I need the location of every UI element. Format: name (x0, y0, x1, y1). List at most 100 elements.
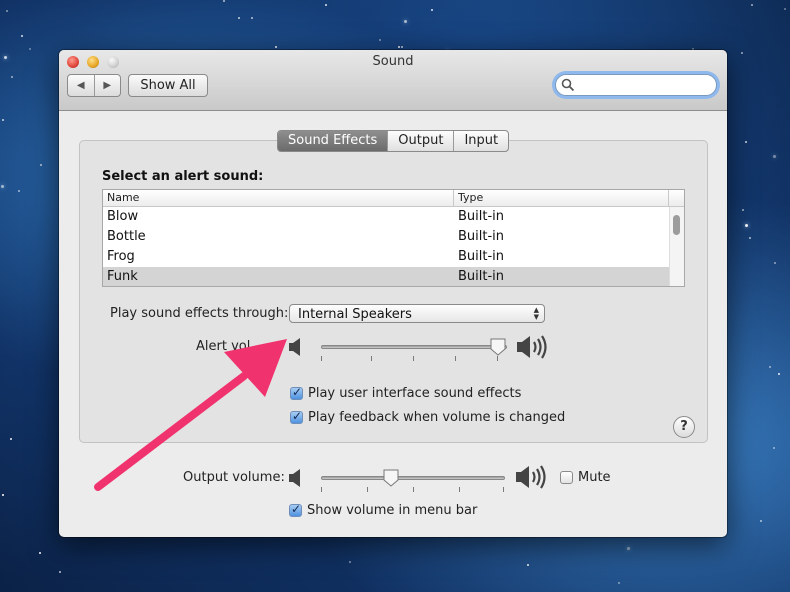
checkbox-checked-icon[interactable] (290, 409, 303, 424)
show-volume-menu-bar-checkbox[interactable]: Show volume in menu bar (289, 502, 478, 518)
output-device-popup[interactable]: Internal Speakers ▲ ▼ (289, 304, 545, 323)
checkbox-checked-icon[interactable] (289, 502, 302, 517)
star-decoration (751, 4, 753, 6)
table-scrollbar[interactable] (669, 207, 684, 286)
search-field[interactable] (555, 74, 717, 96)
star-decoration (431, 9, 433, 11)
alert-sound-table[interactable]: Name Type Blow Built-in Bottle Built-in … (102, 189, 685, 287)
star-decoration (784, 8, 786, 10)
alert-type: Built-in (458, 229, 505, 244)
alert-type: Built-in (458, 269, 505, 284)
alert-volume-slider[interactable] (321, 338, 507, 361)
alert-name: Funk (107, 269, 138, 284)
popup-arrows-icon: ▲ ▼ (533, 306, 539, 321)
star-decoration (745, 141, 747, 143)
table-row[interactable]: Bottle Built-in (103, 227, 684, 247)
star-decoration (40, 164, 42, 166)
slider-tick (321, 356, 322, 361)
star-decoration (778, 373, 780, 375)
star-decoration (251, 17, 253, 19)
speaker-high-icon (517, 335, 547, 359)
forward-arrow-icon: ▶ (103, 80, 112, 91)
alert-name: Frog (107, 249, 135, 264)
ui-sound-effects-label: Play user interface sound effects (308, 386, 522, 401)
slider-tick (413, 356, 414, 361)
star-decoration (774, 262, 776, 264)
sound-effects-panel: Select an alert sound: Name Type Blow Bu… (79, 140, 708, 443)
star-decoration (11, 76, 13, 78)
tab-input[interactable]: Input (453, 131, 508, 151)
show-volume-menu-bar-label: Show volume in menu bar (307, 503, 478, 518)
titlebar: Sound ◀ ▶ Show All (59, 50, 727, 111)
table-row-selected[interactable]: Funk Built-in (103, 267, 684, 286)
star-decoration (618, 582, 620, 584)
alert-sound-heading: Select an alert sound: (102, 169, 264, 184)
ui-sound-effects-checkbox[interactable]: Play user interface sound effects (290, 385, 522, 401)
table-row[interactable]: Blow Built-in (103, 207, 684, 227)
back-arrow-icon: ◀ (76, 80, 85, 91)
slider-tick (321, 487, 322, 492)
mute-checkbox[interactable]: Mute (560, 470, 611, 485)
star-decoration (401, 46, 403, 48)
tab-sound-effects[interactable]: Sound Effects (278, 131, 388, 151)
slider-track (321, 476, 505, 480)
tab-bar: Sound Effects Output Input (277, 130, 510, 152)
slider-tick (455, 356, 456, 361)
slider-tick (367, 487, 368, 492)
star-decoration (627, 547, 630, 550)
star-decoration (325, 4, 327, 6)
alert-type: Built-in (458, 209, 505, 224)
star-decoration (6, 10, 8, 12)
back-button[interactable]: ◀ (68, 75, 94, 96)
star-decoration (349, 561, 351, 563)
volume-feedback-checkbox[interactable]: Play feedback when volume is changed (290, 409, 566, 425)
column-header-type[interactable]: Type (454, 190, 669, 206)
star-decoration (4, 56, 7, 59)
slider-thumb[interactable] (490, 338, 506, 356)
star-decoration (39, 552, 41, 554)
slider-tick (371, 356, 372, 361)
star-decoration (59, 571, 61, 573)
checkbox-checked-icon[interactable] (290, 385, 303, 400)
speaker-low-icon (289, 338, 300, 356)
star-decoration (527, 564, 529, 566)
star-decoration (398, 46, 400, 48)
mute-label: Mute (578, 470, 611, 485)
star-decoration (238, 17, 240, 19)
tab-output[interactable]: Output (387, 131, 453, 151)
back-forward-control: ◀ ▶ (67, 74, 121, 97)
window-title: Sound (372, 54, 414, 69)
play-through-label: Play sound effects through: (110, 306, 289, 321)
star-decoration (18, 190, 20, 192)
alert-volume-label: Alert vol (196, 339, 251, 354)
help-button[interactable]: ? (673, 416, 695, 438)
volume-feedback-label: Play feedback when volume is changed (308, 410, 566, 425)
output-volume-slider[interactable] (321, 469, 505, 492)
speaker-high-icon (516, 465, 546, 489)
forward-button[interactable]: ▶ (93, 75, 121, 96)
star-decoration (29, 48, 31, 50)
checkbox-unchecked-icon[interactable] (560, 471, 573, 484)
star-decoration (2, 494, 4, 496)
show-all-button[interactable]: Show All (128, 74, 208, 97)
star-decoration (742, 209, 744, 211)
star-decoration (2, 119, 4, 121)
slider-tick (413, 487, 414, 492)
slider-thumb[interactable] (383, 469, 399, 487)
search-icon (561, 78, 575, 92)
star-decoration (741, 52, 743, 54)
table-row[interactable]: Frog Built-in (103, 247, 684, 267)
scrollbar-thumb[interactable] (673, 215, 680, 235)
output-device-value: Internal Speakers (298, 307, 412, 322)
star-decoration (760, 520, 762, 522)
star-decoration (749, 237, 751, 239)
column-header-name[interactable]: Name (103, 190, 454, 206)
slider-tick (497, 356, 498, 361)
star-decoration (223, 0, 225, 2)
star-decoration (745, 224, 748, 227)
speaker-low-icon (289, 469, 300, 487)
star-decoration (404, 20, 407, 23)
star-decoration (1, 185, 4, 188)
search-input[interactable] (575, 78, 709, 92)
star-decoration (21, 35, 23, 37)
